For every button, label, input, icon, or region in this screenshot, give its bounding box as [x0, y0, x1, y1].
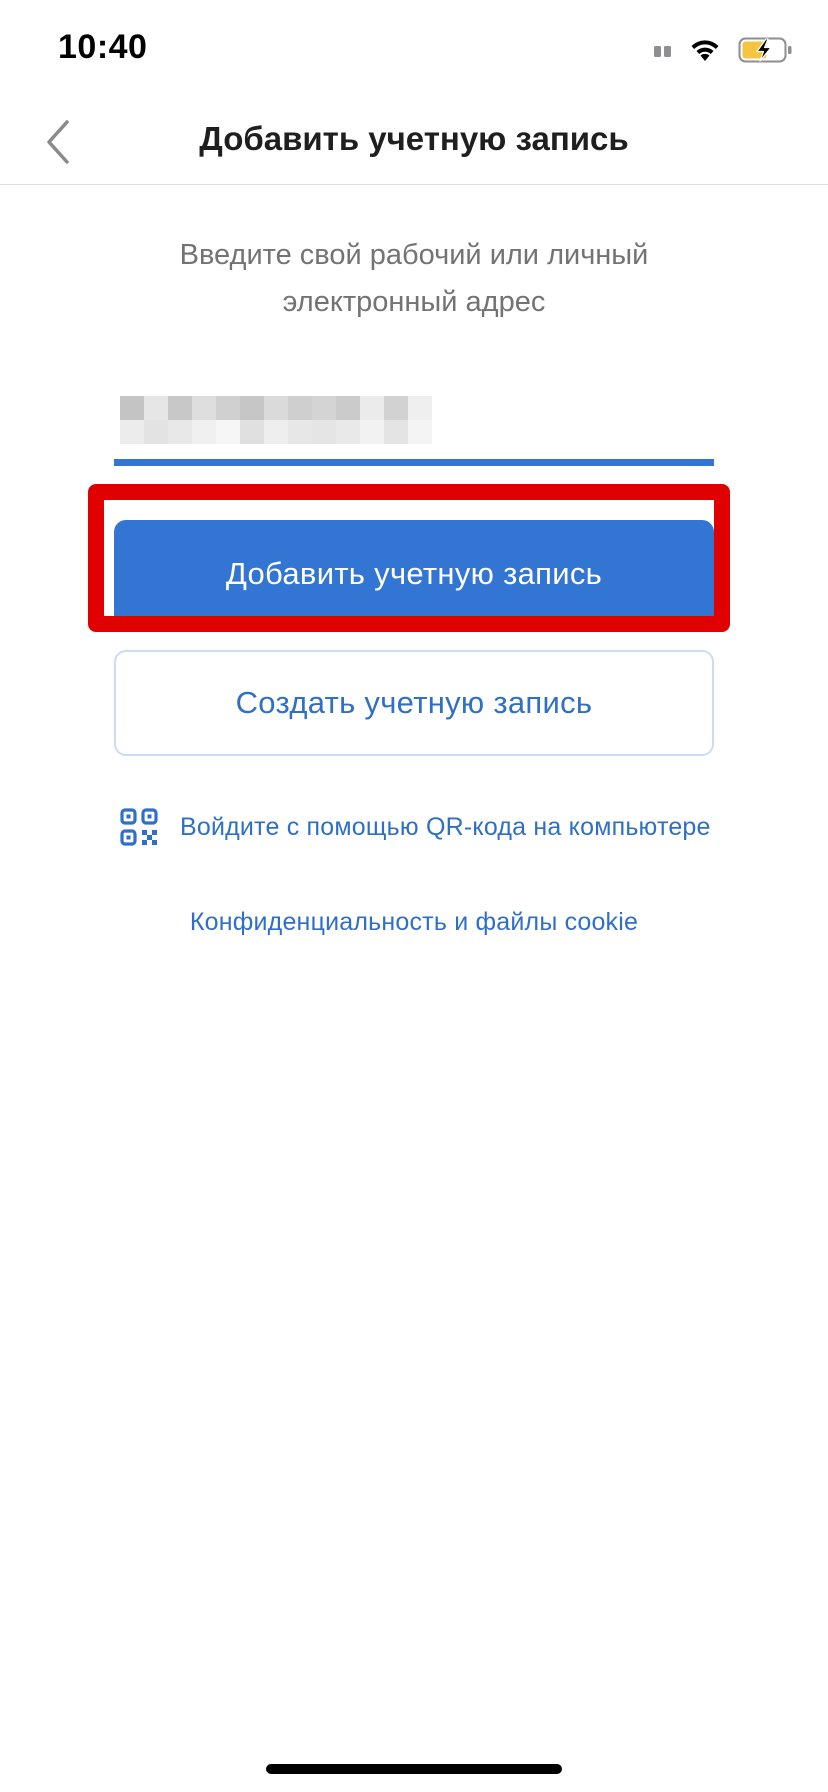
email-field[interactable] [114, 382, 714, 466]
instruction-text: Введите свой рабочий или личный электрон… [179, 239, 649, 318]
email-value-obscured [120, 396, 432, 444]
qr-login-link[interactable]: Войдите с помощью QR-кода на компьютере [120, 806, 711, 848]
status-icons [654, 34, 794, 66]
email-field-underline [114, 459, 714, 466]
signal-icon [654, 46, 671, 57]
privacy-link[interactable]: Конфиденциальность и файлы cookie [114, 908, 714, 937]
wifi-icon [691, 40, 719, 61]
create-account-button[interactable]: Создать учетную запись [114, 650, 714, 756]
nav-bar: Добавить учетную запись [0, 100, 828, 185]
back-button[interactable] [30, 110, 86, 174]
add-account-button[interactable]: Добавить учетную запись [114, 520, 714, 628]
battery-charging-icon [738, 37, 792, 63]
chevron-left-icon [47, 120, 69, 164]
status-time: 10:40 [58, 28, 148, 66]
page-title: Добавить учетную запись [199, 120, 629, 157]
status-bar: 10:40 [0, 0, 828, 100]
qr-code-icon [120, 808, 158, 846]
qr-login-label: Войдите с помощью QR-кода на компьютере [180, 812, 711, 841]
home-indicator[interactable] [266, 1764, 562, 1774]
